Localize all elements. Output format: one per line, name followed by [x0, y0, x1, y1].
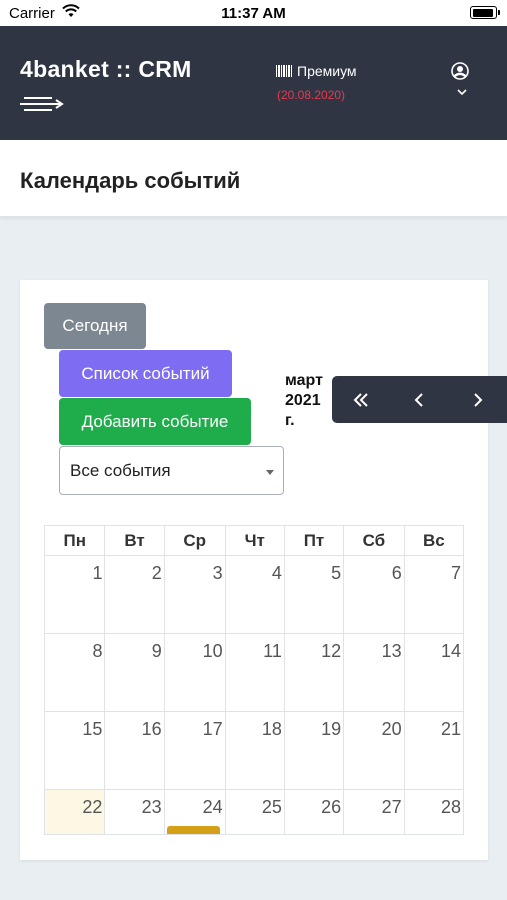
brand-logo[interactable]: 4banket :: CRM	[20, 56, 192, 83]
day-cell[interactable]: 23	[104, 789, 165, 835]
event-list-button[interactable]: Список событий	[59, 350, 232, 397]
month-name: март	[285, 372, 323, 389]
week-row: 8 9 10 11 12 13 14	[43, 633, 465, 712]
day-number: 24	[202, 797, 223, 817]
weekday-header: Ср	[163, 525, 226, 556]
page-title: Календарь событий	[20, 168, 241, 193]
prev-year-button[interactable]	[332, 376, 390, 423]
status-bar: Carrier 11:37 AM	[0, 0, 507, 26]
double-chevron-left-icon	[353, 392, 368, 407]
day-cell[interactable]: 1	[43, 555, 106, 634]
chevron-down-icon[interactable]	[456, 88, 468, 96]
day-cell[interactable]: 17	[163, 711, 226, 790]
day-cell[interactable]: 27	[343, 789, 405, 835]
day-cell[interactable]: 10	[163, 633, 226, 712]
today-button[interactable]: Сегодня	[44, 303, 146, 349]
day-cell[interactable]: 9	[104, 633, 165, 712]
event-chip[interactable]	[166, 826, 220, 834]
day-cell[interactable]: 20	[343, 711, 405, 790]
chevron-left-icon	[415, 392, 424, 407]
prev-month-button[interactable]	[390, 376, 448, 423]
month-suffix: г.	[285, 412, 295, 429]
day-cell[interactable]: 13	[343, 633, 405, 712]
day-cell[interactable]: 2	[104, 555, 165, 634]
weekday-header: Чт	[224, 525, 285, 556]
page-header: Календарь событий	[0, 140, 507, 217]
day-cell[interactable]: 15	[43, 711, 106, 790]
plan-badge: Премиум	[276, 63, 357, 79]
day-cell[interactable]: 11	[224, 633, 285, 712]
clock: 11:37 AM	[221, 5, 286, 22]
add-event-button[interactable]: Добавить событие	[59, 398, 251, 445]
month-title: март 2021 г.	[285, 371, 335, 431]
day-cell[interactable]: 5	[283, 555, 345, 634]
calendar-nav	[332, 376, 507, 423]
weekday-header: Сб	[343, 525, 405, 556]
day-cell[interactable]: 19	[283, 711, 345, 790]
weekday-header: Пн	[43, 525, 106, 556]
user-circle-icon[interactable]	[451, 62, 469, 80]
event-filter-select[interactable]: Все события	[59, 446, 284, 495]
day-number: 22	[82, 797, 103, 817]
week-row: 15 16 17 18 19 20 21	[43, 711, 465, 790]
day-cell[interactable]: 12	[283, 633, 345, 712]
battery-icon	[470, 6, 500, 19]
day-cell[interactable]: 8	[43, 633, 106, 712]
day-cell[interactable]: 25	[224, 789, 285, 835]
next-month-button[interactable]	[449, 376, 507, 423]
event-filter-value: Все события	[70, 461, 171, 480]
chevron-right-icon	[474, 392, 483, 407]
day-cell[interactable]: 24	[163, 789, 226, 835]
weekday-header: Вт	[104, 525, 165, 556]
day-cell[interactable]: 4	[224, 555, 285, 634]
menu-icon[interactable]	[18, 94, 64, 116]
day-cell[interactable]: 6	[343, 555, 405, 634]
barcode-icon	[276, 65, 292, 77]
weekday-header: Пт	[283, 525, 345, 556]
plan-label: Премиум	[297, 63, 357, 79]
day-cell[interactable]: 3	[163, 555, 226, 634]
calendar-grid: Пн Вт Ср Чт Пт Сб Вс 1 2 3 4 5 6 7 8 9 1…	[43, 525, 465, 835]
top-navbar: 4banket :: CRM Премиум (20.08.2020)	[0, 26, 507, 140]
day-cell[interactable]: 16	[104, 711, 165, 790]
day-cell[interactable]: 14	[403, 633, 465, 712]
plan-expiry-date: (20.08.2020)	[277, 88, 346, 102]
today-cell[interactable]: 22	[43, 789, 106, 835]
week-row: 22 23 24 25 26 27 28	[43, 789, 465, 835]
day-cell[interactable]: 28	[403, 789, 465, 835]
day-cell[interactable]: 18	[224, 711, 285, 790]
day-cell[interactable]: 21	[403, 711, 465, 790]
day-cell[interactable]: 26	[283, 789, 345, 835]
month-year: 2021	[285, 392, 321, 409]
weekday-header: Вс	[403, 525, 465, 556]
day-cell[interactable]: 7	[403, 555, 465, 634]
week-row: 1 2 3 4 5 6 7	[43, 555, 465, 634]
weekday-header-row: Пн Вт Ср Чт Пт Сб Вс	[43, 525, 465, 556]
caret-down-icon	[266, 470, 274, 475]
